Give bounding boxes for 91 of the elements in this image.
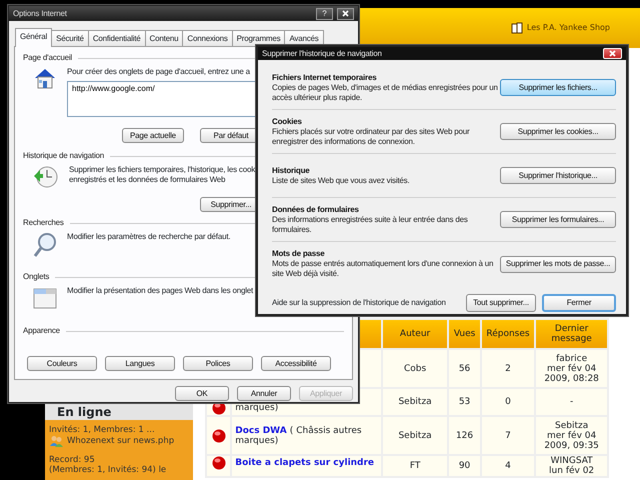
appearance-button[interactable]: Polices (183, 356, 253, 371)
help-link[interactable]: Aide sur la suppression de l'historique de navigation (272, 298, 446, 308)
dialog-button[interactable]: Page actuelle (122, 128, 184, 143)
magnifier-icon (33, 232, 57, 258)
last-post-date: 2009, 09:35 (543, 440, 600, 450)
doors-icon (510, 22, 523, 34)
tab[interactable]: Général (15, 28, 52, 47)
sidebar-title: En ligne (45, 404, 193, 420)
group-heading: Historique de navigation (23, 151, 104, 161)
sidebar-text: Record: 95 (49, 455, 96, 465)
group-heading: Apparence (23, 326, 60, 336)
window-title: Options Internet (13, 8, 67, 18)
column-header: Vues (449, 320, 480, 348)
description-text: Des informations enregistrées suite à leur entrée dans des formulaires. (272, 214, 469, 234)
table-cell: 2 (482, 350, 534, 387)
last-post-user[interactable]: fabrice (538, 354, 605, 364)
appearance-button[interactable]: Couleurs (27, 356, 97, 371)
author-link[interactable]: Cobs (404, 364, 426, 374)
group-heading: Recherches (23, 218, 64, 228)
sidebar-text: Invités: 1, Membres: 1 ... (49, 425, 156, 435)
delete-button[interactable]: Supprimer les formulaires... (500, 211, 616, 228)
author-link[interactable]: FT (410, 461, 420, 471)
close-icon (342, 10, 349, 17)
table-cell: 4 (482, 456, 534, 476)
last-post-user[interactable]: WINGSAT (538, 456, 605, 466)
tab-window-icon (33, 286, 57, 310)
author-link[interactable]: Sebitza (398, 430, 432, 440)
table-cell: 56 (449, 350, 480, 387)
close-button[interactable] (337, 8, 354, 20)
description-text: Modifier les paramètres de recherche par défaut. (67, 232, 230, 242)
description-text: Supprimer les fichiers temporaires, l'historique, les cook enregistrés et les données de formulaires Web (69, 165, 256, 185)
table-cell: 126 (449, 417, 480, 454)
status-ball-icon (212, 428, 226, 442)
category-link[interactable]: marques (235, 436, 275, 446)
tab[interactable]: Sécurité (51, 30, 89, 46)
user-link[interactable]: Whozenext (67, 436, 115, 446)
description-text: Modifier la présentation des pages Web dans les onglet (67, 286, 254, 296)
column-header: Auteur (382, 320, 448, 348)
dialog-button[interactable]: OK (175, 386, 229, 401)
delete-button[interactable]: Supprimer les cookies... (500, 123, 616, 140)
topic-punctuation: ( (290, 426, 294, 436)
section-heading: Données de formulaires (272, 204, 360, 214)
tab[interactable]: Connexions (182, 30, 233, 46)
description-text: Pour créer des onglets de page d'accueil, entrez une a (67, 67, 251, 77)
online-user-text: Whozenext sur news.php (67, 436, 174, 446)
delete-button[interactable]: Supprimer les mots de passe... (500, 256, 616, 272)
section-heading: Cookies (272, 116, 303, 126)
tab[interactable]: Confidentialité (88, 30, 146, 46)
description-text: Mots de passe entrés automatiquement lors d'une connexion à un site Web déjà visité. (272, 259, 494, 279)
table-cell: 90 (449, 456, 480, 476)
dialog-button[interactable]: Fermer (542, 294, 616, 312)
dialog-button[interactable]: Annuler (237, 386, 291, 401)
table-cell: 53 (449, 389, 480, 415)
description-text: Liste de sites Web que vous avez visités. (272, 176, 411, 186)
tab[interactable]: Programmes (232, 30, 286, 46)
table-cell: 7 (482, 417, 534, 454)
last-post-date: - (568, 397, 574, 407)
last-post-user[interactable]: Sebitza (538, 420, 605, 430)
page-link[interactable]: news.php (133, 436, 174, 446)
delete-button[interactable]: Supprimer l'historique... (500, 167, 616, 184)
last-post-date: mer fév 04 (546, 430, 598, 440)
last-post-date: 2009, 08:28 (543, 374, 600, 384)
group-heading: Onglets (23, 272, 50, 282)
sidebar-text: (Membres: 1, Invités: 94) le (49, 465, 168, 475)
group-heading: Page d'accueil (23, 53, 72, 63)
close-icon (609, 50, 616, 57)
table-cell: 0 (482, 389, 534, 415)
topic-punctuation: ) (274, 436, 278, 446)
column-header: Réponses (482, 320, 534, 348)
topic-link[interactable]: Docs DWA (235, 426, 287, 436)
tab[interactable]: Contenu (144, 30, 184, 46)
users-icon (49, 435, 63, 447)
appearance-button[interactable]: Accessibilité (261, 356, 331, 371)
delete-button[interactable]: Supprimer les fichiers... (500, 79, 616, 96)
section-heading: Mots de passe (272, 249, 326, 259)
house-icon (33, 67, 57, 89)
clock-icon (33, 165, 59, 189)
section-heading: Historique (272, 166, 311, 176)
dialog-button[interactable]: Tout supprimer... (466, 294, 536, 312)
category-link[interactable]: marques (235, 403, 275, 413)
shop-link[interactable]: Les P.A. Yankee Shop (526, 23, 610, 33)
last-post-date: mer fév 04 (546, 364, 598, 374)
status-ball-icon (212, 456, 226, 470)
description-text: Fichiers placés sur votre ordinateur par des sites Web pour enregistrer des informations de connexion. (272, 126, 470, 146)
category-link[interactable]: Châssis autres (296, 426, 362, 436)
appearance-button[interactable]: Langues (105, 356, 175, 371)
window-title: Supprimer l'historique de navigation (262, 48, 382, 58)
section-heading: Fichiers Internet temporaires (272, 72, 378, 82)
last-post-date: lun fév 02 (548, 466, 596, 476)
help-button[interactable]: ? (316, 8, 333, 20)
column-header: Dernier message (536, 320, 607, 348)
